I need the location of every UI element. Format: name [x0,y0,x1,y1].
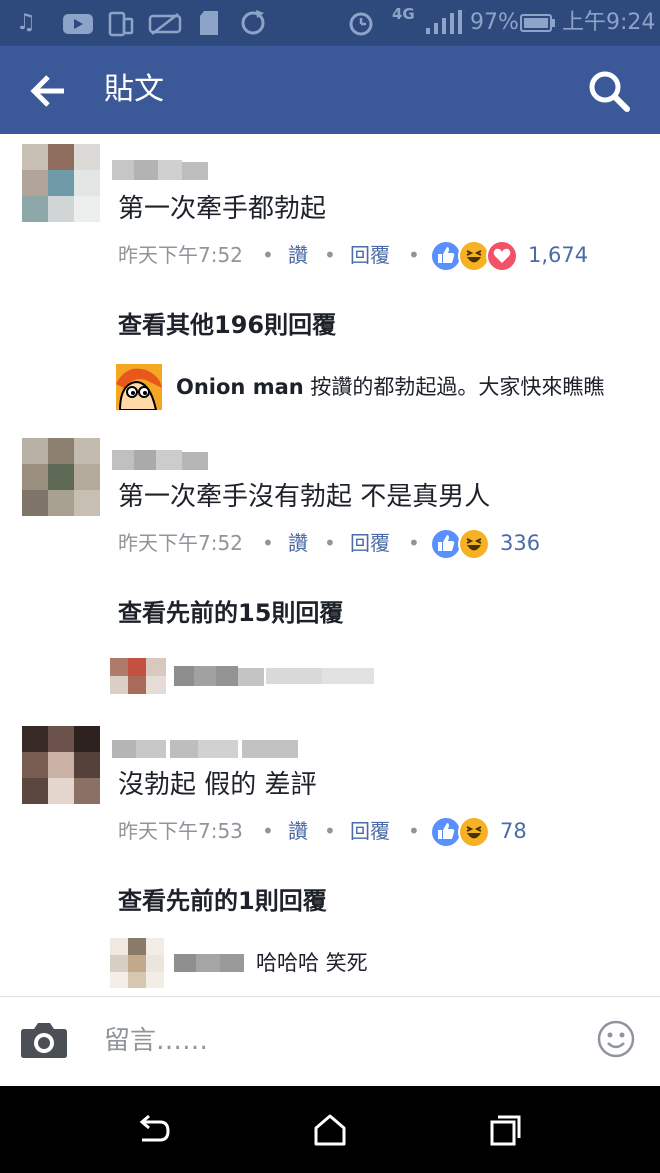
clock: 上午9:24 [562,10,656,35]
view-more-replies-link[interactable]: 查看先前的15則回覆 [118,596,343,630]
page-title: 貼文 [104,72,164,107]
like-button[interactable]: 讚 [288,526,308,560]
commenter-name[interactable] [112,734,302,764]
comment-text: 第一次牽手都勃起 [118,194,327,224]
separator: • [262,531,274,555]
reaction-count: 78 [500,819,527,843]
view-more-replies-link[interactable]: 查看先前的1則回覆 [118,884,327,918]
haha-reaction-icon [458,816,490,848]
reactions-summary[interactable]: 1,674 [430,240,630,272]
reply-preview[interactable]: 哈哈哈 笑死 [110,938,650,988]
system-nav-bar [0,1086,660,1173]
avatar [110,938,164,988]
reply-text: 按讚的都勃起過。大家快來瞧瞧 [310,375,605,399]
separator: • [324,243,336,267]
reply-preview[interactable]: Onion man 按讚的都勃起過。大家快來瞧瞧 [110,362,650,412]
camera-icon [21,1023,67,1058]
comment-item: 第一次牽手都勃起 昨天下午7:52 • 讚 • 回覆 • 1,674 查看其他1… [0,134,660,420]
youtube-icon [63,14,93,34]
reactions-summary[interactable]: 78 [430,816,630,848]
smiley-icon [597,1020,635,1058]
recents-nav-button[interactable] [486,1112,526,1148]
home-nav-button[interactable] [310,1112,350,1148]
reply-button[interactable]: 回覆 [350,238,390,272]
comment-item: 沒勃起 假的 差評 昨天下午7:53 • 讚 • 回覆 • 78 查看先前的1則… [0,706,660,996]
comment-time: 昨天下午7:52 [118,531,243,555]
comment-composer [0,996,660,1087]
separator: • [324,531,336,555]
avatar[interactable] [22,144,100,222]
no-signal-card-icon [148,13,182,35]
battery-icon [520,14,555,32]
commenter-name[interactable] [112,446,212,476]
comment-time: 昨天下午7:53 [118,819,243,843]
reply-button[interactable]: 回覆 [350,526,390,560]
view-more-replies-link[interactable]: 查看其他196則回覆 [118,308,336,342]
arrow-left-icon [30,75,64,107]
separator: • [408,243,420,267]
network-type: 4G [392,5,415,23]
avatar [116,364,162,410]
reply-author-name[interactable] [174,950,246,976]
like-button[interactable]: 讚 [288,814,308,848]
undo-arrow-icon [139,1114,170,1142]
home-icon [314,1114,346,1146]
music-icon: ♫ [16,10,36,35]
alarm-icon [349,12,373,36]
reply-author[interactable]: Onion man [176,375,304,399]
comment-meta: 昨天下午7:53 • 讚 • 回覆 • 78 [118,814,638,848]
comment-time: 昨天下午7:52 [118,243,243,267]
separator: • [262,243,274,267]
status-bar: ♫ 4G 97% 上午9:24 [0,0,660,46]
emoji-button[interactable] [596,1019,636,1059]
back-button[interactable] [24,66,74,116]
avatar [110,658,166,694]
signal-icon [426,10,462,34]
comment-input[interactable] [104,1021,564,1061]
camera-button[interactable] [20,1021,68,1059]
back-nav-button[interactable] [134,1112,174,1148]
reply-author-name[interactable] [174,662,374,690]
commenter-name[interactable] [112,156,212,186]
separator: • [408,531,420,555]
reply-text: 哈哈哈 笑死 [256,951,368,975]
reply-button[interactable]: 回覆 [350,814,390,848]
separator: • [324,819,336,843]
recent-apps-icon [490,1115,521,1146]
haha-reaction-icon [458,528,490,560]
comment-text: 沒勃起 假的 差評 [118,770,317,800]
search-button[interactable] [584,66,634,116]
avatar[interactable] [22,438,100,516]
app-bar: 貼文 [0,46,660,134]
comment-meta: 昨天下午7:52 • 讚 • 回覆 • 336 [118,526,638,560]
avatar[interactable] [22,726,100,804]
reply-preview[interactable] [110,652,650,702]
search-icon [589,71,630,112]
comment-item: 第一次牽手沒有勃起 不是真男人 昨天下午7:52 • 讚 • 回覆 • 336 … [0,420,660,706]
comment-meta: 昨天下午7:52 • 讚 • 回覆 • 1,674 [118,238,638,272]
battery-percent: 97% [470,10,519,35]
sync-icon [241,10,265,35]
like-button[interactable]: 讚 [288,238,308,272]
separator: • [408,819,420,843]
reaction-count: 336 [500,531,541,555]
love-reaction-icon [486,240,518,272]
reactions-summary[interactable]: 336 [430,528,630,560]
devices-icon [108,11,134,37]
comment-text: 第一次牽手沒有勃起 不是真男人 [118,482,491,512]
sd-card-icon [200,11,218,35]
reaction-count: 1,674 [528,243,589,267]
separator: • [262,819,274,843]
